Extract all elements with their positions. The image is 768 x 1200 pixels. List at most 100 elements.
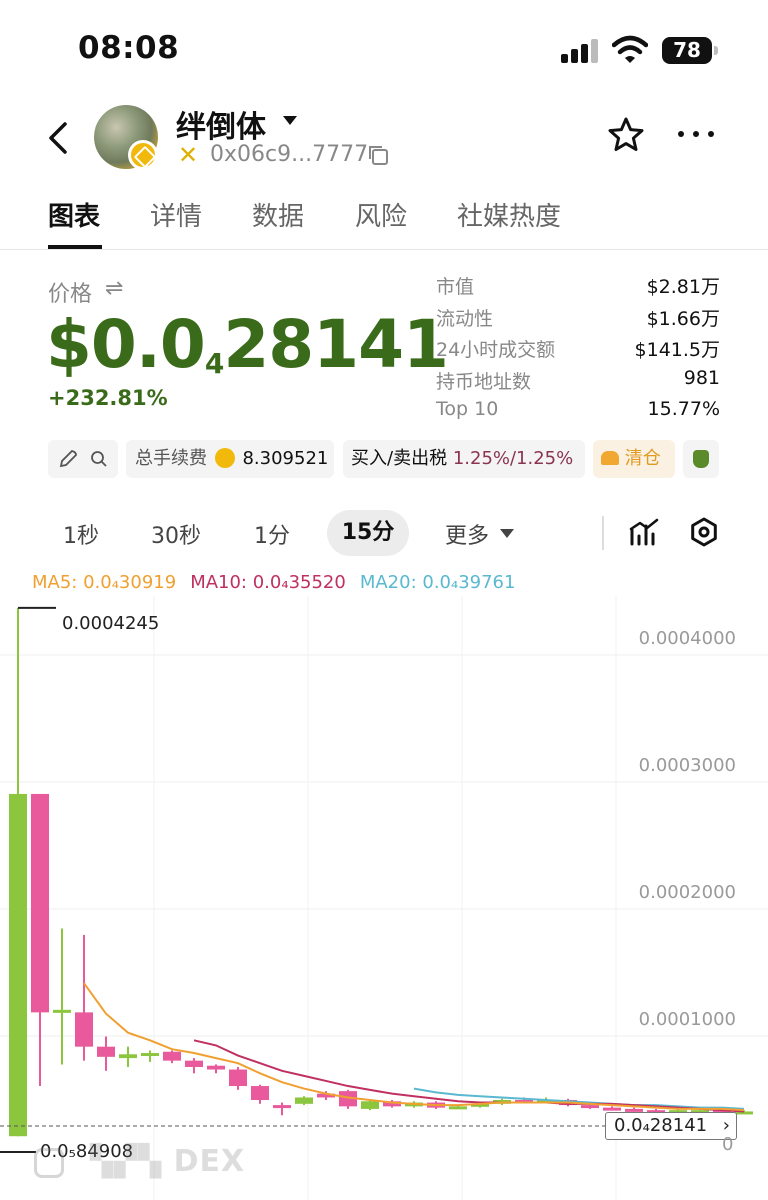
y-tick-label: 0.0003000 (638, 755, 736, 776)
ma-legend: MA5: 0.0₄30919 MA10: 0.0₄35520 MA20: 0.0₄3… (32, 572, 529, 593)
interval-1m[interactable]: 1分 (254, 518, 290, 550)
bnb-icon (214, 448, 235, 468)
status-bar: 08:08 78 (0, 0, 768, 100)
current-price-tag-value: 0.0₄28141 (614, 1115, 708, 1136)
ma5-line (83, 982, 745, 1112)
price-chart[interactable]: 0.0004000 0.0003000 0.0002000 0.0001000 … (0, 596, 768, 1200)
interval-15m[interactable]: 15分 (327, 510, 409, 556)
stat-value: $141.5万 (634, 339, 720, 361)
interval-more[interactable]: 更多 (445, 518, 489, 550)
candle-body (185, 1060, 203, 1067)
token-name[interactable]: 绊倒体 (176, 102, 266, 146)
candle-body (207, 1065, 225, 1070)
candle-body (361, 1101, 379, 1109)
tab-chart[interactable]: 图表 (48, 196, 100, 233)
swap-arrows-icon[interactable]: ⇌ (105, 276, 123, 301)
y-tick-label: 0.0002000 (638, 882, 736, 903)
price-change: +232.81% (48, 386, 168, 410)
clear-label: 清仓 (624, 448, 661, 469)
stat-row: 市值 $2.81万 (436, 272, 720, 304)
status-time: 08:08 (78, 30, 180, 66)
candle-body (295, 1097, 313, 1104)
candle-body (31, 793, 49, 1013)
info-chips: 总手续费 8.309521 买入/卖出税 1.25%/1.25% 清仓 (48, 440, 768, 478)
ma10-line (193, 1039, 745, 1113)
stat-row: 24小时成交额 $141.5万 (436, 335, 720, 367)
ma10-legend: MA10: 0.0₄35520 (190, 572, 346, 593)
candle-body (9, 793, 27, 1137)
tab-data[interactable]: 数据 (252, 196, 304, 233)
chip-clear-position[interactable]: 清仓 (593, 440, 675, 478)
chip-tax[interactable]: 买入/卖出税 1.25%/1.25% (343, 440, 585, 478)
back-button[interactable] (40, 118, 80, 158)
chip-money-bag[interactable] (683, 440, 719, 478)
price-label: 价格 (48, 282, 93, 307)
indicator-icon[interactable] (628, 516, 660, 548)
interval-1s[interactable]: 1秒 (63, 518, 99, 550)
stat-label: 24小时成交额 (436, 339, 556, 361)
stat-value: $2.81万 (646, 276, 720, 298)
token-switch-caret-icon[interactable] (283, 116, 297, 125)
y-tick-label: 0.0001000 (638, 1009, 736, 1030)
stat-label: 流动性 (436, 307, 494, 330)
high-price-label: 0.0004245 (62, 613, 160, 634)
candle-body (251, 1086, 269, 1101)
tab-bar: 图表 详情 数据 风险 社媒热度 (0, 190, 768, 250)
favorite-star-button[interactable] (607, 116, 645, 154)
more-options-button[interactable] (678, 128, 714, 138)
y-tick-label: 0.0004000 (638, 628, 736, 649)
pen-icon (59, 450, 77, 468)
interval-30s[interactable]: 30秒 (151, 518, 201, 550)
candle-body (229, 1069, 247, 1087)
y-zero-label: 0 (722, 1134, 734, 1155)
active-tab-indicator (48, 245, 102, 249)
candle-body (75, 1012, 93, 1047)
candle-body (141, 1053, 159, 1057)
watermark-text: ▚▞▚ DEX (90, 1144, 246, 1179)
chip-tools[interactable] (48, 440, 118, 478)
stat-label: 持币地址数 (436, 370, 532, 393)
tab-risk[interactable]: 风险 (355, 196, 407, 233)
candle-body (97, 1046, 115, 1057)
candle-body (163, 1051, 181, 1061)
chart-settings-icon[interactable] (688, 516, 720, 548)
tax-label: 买入/卖出税 (351, 448, 448, 469)
chip-total-fee[interactable]: 总手续费 8.309521 (126, 440, 334, 478)
bnb-chain-badge-icon (128, 140, 158, 170)
candle-body (603, 1107, 621, 1111)
candle-body (53, 1009, 71, 1013)
ma20-line (413, 1087, 745, 1110)
stat-row: 流动性 $1.66万 (436, 304, 720, 336)
token-header: 绊倒体 ✕ 0x06c9...7777 (0, 100, 768, 180)
search-icon (91, 451, 107, 467)
tab-details[interactable]: 详情 (150, 196, 202, 233)
stat-value: 981 (683, 366, 720, 389)
stat-value: $1.66万 (646, 307, 720, 330)
candle-body (581, 1105, 599, 1109)
candle-body (119, 1054, 137, 1059)
stat-label: 市值 (436, 276, 475, 298)
current-price: $0.0428141 (46, 306, 449, 383)
ma5-legend: MA5: 0.0₄30919 (32, 572, 177, 593)
contract-address: 0x06c9...7777 (210, 142, 369, 167)
copy-icon[interactable] (367, 144, 389, 166)
tab-social[interactable]: 社媒热度 (457, 196, 561, 233)
cellular-signal-icon (561, 37, 601, 63)
chef-hat-icon (601, 451, 619, 465)
battery-indicator: 78 (662, 37, 718, 64)
stat-value: 15.77% (647, 398, 720, 420)
token-stats: 市值 $2.81万 流动性 $1.66万 24小时成交额 $141.5万 持币地址数 9… (436, 272, 720, 430)
wifi-icon (612, 35, 648, 63)
candle-body (273, 1105, 291, 1109)
butterfly-icon: ✕ (178, 141, 199, 169)
stat-label: Top 10 (436, 398, 499, 420)
divider (602, 516, 604, 550)
current-price-tag[interactable]: 0.0₄28141 › (605, 1112, 737, 1140)
candle-body (449, 1106, 467, 1110)
fee-value: 8.309521 (242, 448, 329, 469)
money-bag-icon (693, 450, 709, 468)
tax-value: 1.25%/1.25% (452, 448, 574, 469)
interval-selector: 1秒 30秒 1分 15分 更多 (0, 510, 768, 560)
watermark-logo-icon (34, 1148, 64, 1178)
ma20-legend: MA20: 0.0₄39761 (359, 572, 516, 593)
